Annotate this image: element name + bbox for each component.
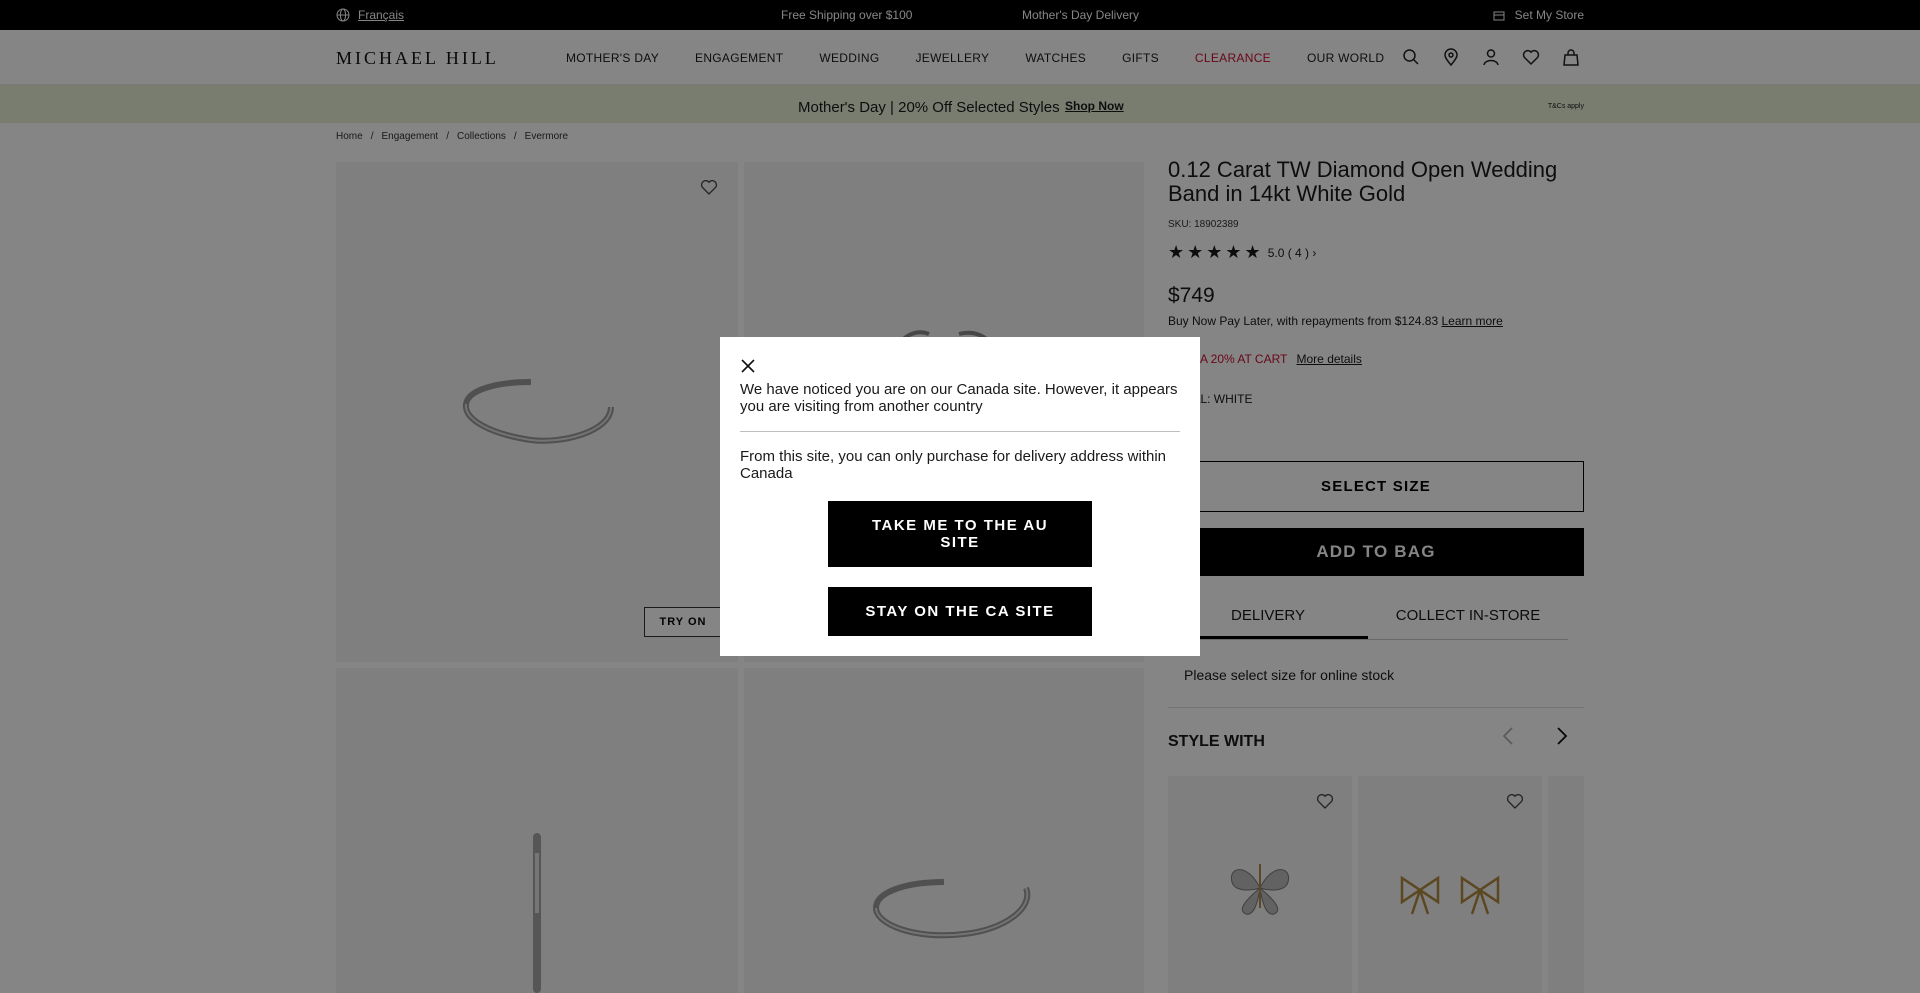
modal-delivery-note: From this site, you can only purchase fo… [740,448,1167,482]
close-icon [741,358,755,373]
close-button[interactable] [738,357,758,377]
modal-divider [740,431,1180,432]
go-to-au-site-button[interactable]: TAKE ME TO THE AU SITE [828,501,1092,567]
country-redirect-modal: We have noticed you are on our Canada si… [720,337,1200,656]
modal-message: We have noticed you are on our Canada si… [740,381,1178,415]
stay-on-ca-site-button[interactable]: STAY ON THE CA SITE [828,587,1092,636]
